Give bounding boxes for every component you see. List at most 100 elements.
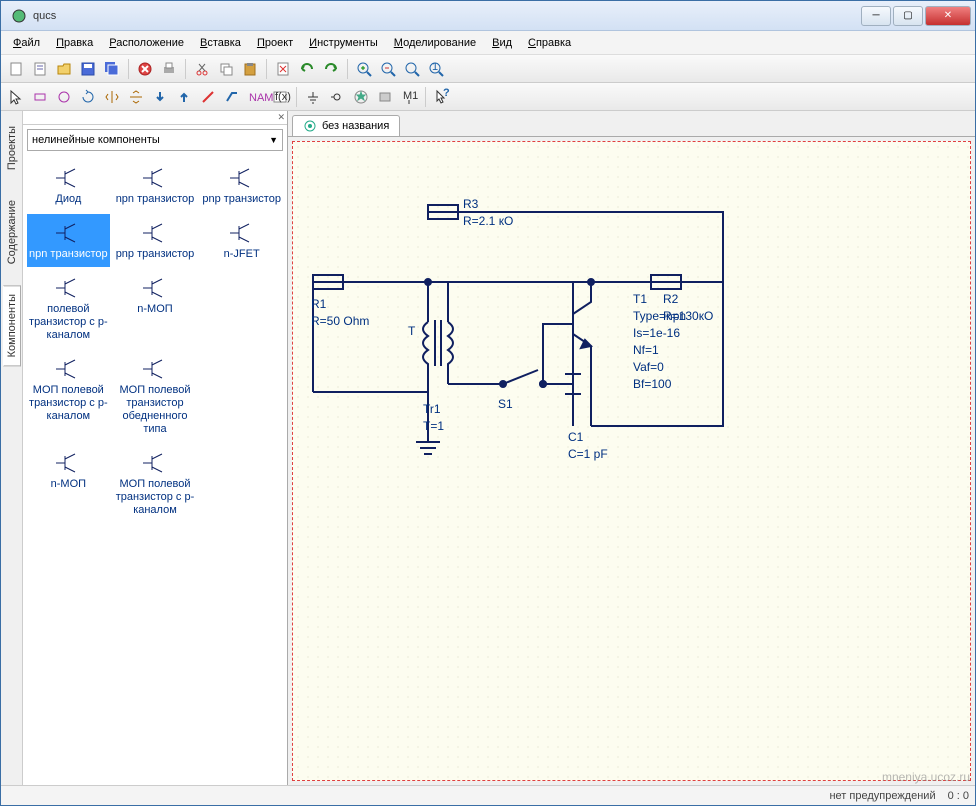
palette-item-label: pnp транзистор bbox=[114, 248, 197, 261]
comp1-icon[interactable] bbox=[29, 86, 51, 108]
label-T1-Bf: Bf=100 bbox=[633, 377, 671, 391]
component-symbol-icon bbox=[114, 448, 197, 478]
palette-item[interactable]: n-JFET bbox=[200, 214, 283, 267]
menu-view[interactable]: Вид bbox=[486, 34, 518, 52]
menu-file[interactable]: Файл bbox=[7, 34, 46, 52]
whatsthis-icon[interactable]: ? bbox=[431, 86, 453, 108]
menu-help[interactable]: Справка bbox=[522, 34, 577, 52]
copy-icon[interactable] bbox=[215, 58, 237, 80]
palette-item[interactable]: pnp транзистор bbox=[114, 214, 197, 267]
zoomin-icon[interactable] bbox=[353, 58, 375, 80]
minimize-button[interactable]: ─ bbox=[861, 6, 891, 26]
ground-icon[interactable] bbox=[302, 86, 324, 108]
close-button[interactable]: ✕ bbox=[925, 6, 971, 26]
palette-item-label: Диод bbox=[27, 193, 110, 206]
palette-item[interactable]: полевой транзистор с p-каналом bbox=[27, 269, 110, 348]
zoomfit-icon[interactable] bbox=[401, 58, 423, 80]
component-symbol-icon bbox=[27, 448, 110, 478]
menu-layout[interactable]: Расположение bbox=[103, 34, 190, 52]
eqn-icon[interactable]: f(x) bbox=[269, 86, 291, 108]
menu-insert[interactable]: Вставка bbox=[194, 34, 247, 52]
mirror-icon[interactable] bbox=[101, 86, 123, 108]
saveall-icon[interactable] bbox=[101, 58, 123, 80]
arrow-up-icon[interactable] bbox=[173, 86, 195, 108]
arrow-down-icon[interactable] bbox=[149, 86, 171, 108]
status-coords: 0 : 0 bbox=[948, 790, 969, 802]
palette-item-label: МОП полевой транзистор с p-каналом bbox=[114, 478, 197, 517]
chevron-down-icon: ▼ bbox=[269, 135, 278, 145]
palette-item-label: n-МОП bbox=[27, 478, 110, 491]
undo-icon[interactable] bbox=[296, 58, 318, 80]
menu-tools[interactable]: Инструменты bbox=[303, 34, 384, 52]
panel-close-icon[interactable]: ✕ bbox=[277, 112, 285, 123]
palette-item[interactable]: Диод bbox=[27, 159, 110, 212]
mirrorv-icon[interactable] bbox=[125, 86, 147, 108]
wire-icon[interactable] bbox=[221, 86, 243, 108]
palette-item-label: n-МОП bbox=[114, 303, 197, 316]
component-symbol-icon bbox=[200, 273, 283, 303]
category-combo[interactable]: нелинейные компоненты ▼ bbox=[27, 129, 283, 151]
palette-item[interactable] bbox=[200, 350, 283, 442]
palette-item[interactable]: npn транзистор bbox=[27, 214, 110, 267]
component-symbol-icon bbox=[200, 354, 283, 384]
close-file-icon[interactable] bbox=[134, 58, 156, 80]
comp2-icon[interactable] bbox=[53, 86, 75, 108]
label-Tr1-name: Tr1 bbox=[423, 402, 441, 416]
label-R1-val: R=50 Ohm bbox=[311, 314, 369, 328]
palette-item[interactable]: n-МОП bbox=[114, 269, 197, 348]
component-symbol-icon bbox=[114, 354, 197, 384]
svg-text:?: ? bbox=[443, 87, 450, 99]
redo-icon[interactable] bbox=[320, 58, 342, 80]
sidetab-contents[interactable]: Содержание bbox=[3, 191, 21, 273]
open-icon[interactable] bbox=[53, 58, 75, 80]
dc-icon[interactable] bbox=[374, 86, 396, 108]
new-icon[interactable] bbox=[5, 58, 27, 80]
palette-item[interactable]: pnp транзистор bbox=[200, 159, 283, 212]
palette-item[interactable]: n-МОП bbox=[27, 444, 110, 523]
label-R2-val: R=130кО bbox=[663, 309, 713, 323]
menu-edit[interactable]: Правка bbox=[50, 34, 99, 52]
save-icon[interactable] bbox=[77, 58, 99, 80]
print-icon[interactable] bbox=[158, 58, 180, 80]
label-R2-name: R2 bbox=[663, 292, 678, 306]
select-icon[interactable] bbox=[5, 86, 27, 108]
sidetab-projects[interactable]: Проекты bbox=[3, 117, 21, 179]
label-T1-Nf: Nf=1 bbox=[633, 343, 659, 357]
palette-item[interactable]: npn транзистор bbox=[114, 159, 197, 212]
menu-project[interactable]: Проект bbox=[251, 34, 299, 52]
label-C1-val: C=1 pF bbox=[568, 447, 608, 461]
zoom100-icon[interactable]: 1 bbox=[425, 58, 447, 80]
toolbar-main: 1 bbox=[1, 55, 975, 83]
doc-tab[interactable]: без названия bbox=[292, 115, 400, 136]
name-icon[interactable]: NAME bbox=[245, 86, 267, 108]
maximize-button[interactable]: ▢ bbox=[893, 6, 923, 26]
label-T: T bbox=[408, 324, 415, 338]
delete-icon[interactable] bbox=[272, 58, 294, 80]
cut-icon[interactable] bbox=[191, 58, 213, 80]
toolbar-schematic: NAME f(x) M1 ? bbox=[1, 83, 975, 111]
palette-item[interactable]: МОП полевой транзистор обедненного типа bbox=[114, 350, 197, 442]
sim-icon[interactable] bbox=[350, 86, 372, 108]
palette-item[interactable]: МОП полевой транзистор с p-каналом bbox=[27, 350, 110, 442]
svg-text:1: 1 bbox=[432, 61, 438, 73]
zoomout-icon[interactable] bbox=[377, 58, 399, 80]
rotate-icon[interactable] bbox=[77, 86, 99, 108]
palette-item-label: pnp транзистор bbox=[200, 193, 283, 206]
paste-icon[interactable] bbox=[239, 58, 261, 80]
new-text-icon[interactable] bbox=[29, 58, 51, 80]
component-palette[interactable]: Диодnpn транзисторpnp транзисторnpn тран… bbox=[23, 155, 287, 785]
component-symbol-icon bbox=[200, 218, 283, 248]
deactivate-icon[interactable] bbox=[197, 86, 219, 108]
marker-icon[interactable]: M1 bbox=[398, 86, 420, 108]
canvas-wrap: R3 R=2.1 кО R1 R=50 Ohm T Tr1 T=1 S1 C1 … bbox=[288, 137, 975, 785]
schematic-canvas[interactable]: R3 R=2.1 кО R1 R=50 Ohm T Tr1 T=1 S1 C1 … bbox=[292, 141, 971, 781]
sidetab-components[interactable]: Компоненты bbox=[3, 285, 21, 366]
label-T1-name: T1 bbox=[633, 292, 647, 306]
status-bar: нет предупреждений 0 : 0 bbox=[1, 785, 975, 805]
menu-sim[interactable]: Моделирование bbox=[388, 34, 482, 52]
palette-item[interactable] bbox=[200, 269, 283, 348]
palette-item[interactable] bbox=[200, 444, 283, 523]
port-icon[interactable] bbox=[326, 86, 348, 108]
label-S1: S1 bbox=[498, 397, 513, 411]
palette-item[interactable]: МОП полевой транзистор с p-каналом bbox=[114, 444, 197, 523]
